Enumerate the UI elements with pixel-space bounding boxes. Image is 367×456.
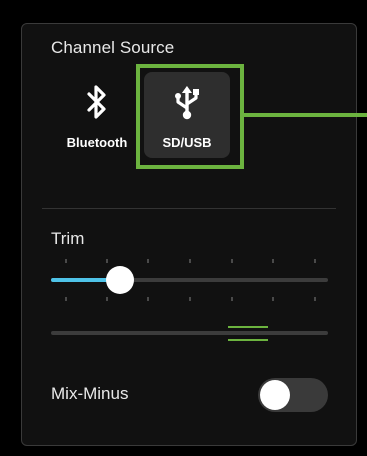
usb-icon [144, 84, 230, 127]
callout-line [244, 113, 367, 117]
trim-tick-mark [231, 259, 233, 263]
level-meter-indicator [227, 326, 268, 328]
trim-tick-mark [106, 297, 108, 301]
trim-tick-mark [65, 297, 67, 301]
trim-tick-mark [147, 259, 149, 263]
sd-usb-source-button[interactable]: SD/USB [144, 72, 230, 158]
trim-tick-mark [147, 297, 149, 301]
trim-tick-mark [272, 259, 274, 263]
trim-tick-mark [189, 259, 191, 263]
mix-minus-label: Mix-Minus [51, 384, 129, 403]
level-meter-indicator [227, 339, 268, 341]
mix-minus-toggle[interactable] [258, 378, 328, 412]
sd-usb-label: SD/USB [162, 135, 212, 150]
trim-tick-mark [65, 259, 67, 263]
trim-tick-mark [106, 259, 108, 263]
trim-tick-mark [189, 297, 191, 301]
level-meter-track [51, 331, 328, 335]
trim-label: Trim [51, 229, 85, 248]
bluetooth-source-button[interactable]: Bluetooth [54, 72, 140, 158]
trim-tick-mark [272, 297, 274, 301]
bluetooth-label: Bluetooth [66, 135, 128, 150]
bluetooth-icon [54, 84, 140, 125]
mix-minus-toggle-knob [260, 380, 290, 410]
trim-tick-mark [231, 297, 233, 301]
section-divider [42, 208, 336, 209]
trim-tick-mark [314, 259, 316, 263]
channel-source-title: Channel Source [51, 38, 175, 57]
trim-tick-mark [314, 297, 316, 301]
